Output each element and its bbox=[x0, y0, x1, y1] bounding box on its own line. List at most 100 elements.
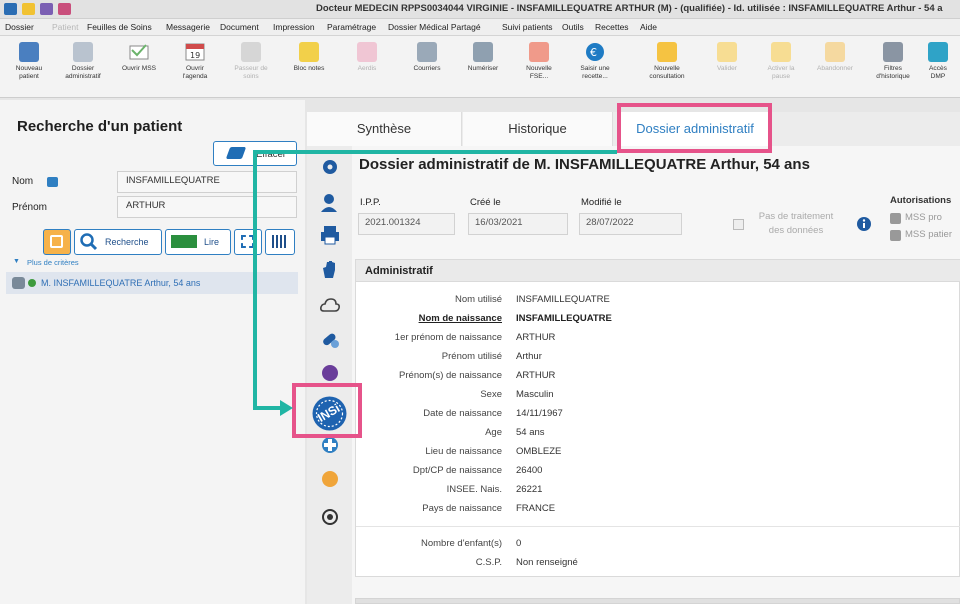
abandon-icon bbox=[825, 42, 845, 62]
abandonner-button[interactable]: Abandonner bbox=[806, 40, 864, 94]
modifie-field[interactable]: 28/07/2022 bbox=[579, 213, 682, 235]
more-criteria-link[interactable]: Plus de critères bbox=[27, 258, 79, 267]
annotation-highlight-ins bbox=[292, 383, 362, 438]
nouvelle-consultation-button[interactable]: Nouvelle consultation bbox=[638, 40, 696, 94]
row-label: Lieu de naissance bbox=[425, 446, 502, 457]
prenom-input[interactable]: ARTHUR bbox=[117, 196, 297, 218]
pas-traitement-checkbox[interactable] bbox=[733, 219, 744, 230]
title-bar: Docteur MEDECIN RPPS0034044 VIRGINIE - I… bbox=[0, 0, 960, 19]
filtres-historique-button[interactable]: Filtres d'historique bbox=[864, 40, 922, 94]
gear-icon[interactable] bbox=[58, 3, 71, 15]
eraser-icon bbox=[225, 147, 247, 159]
calendar-icon: 19 bbox=[185, 42, 205, 62]
tab-synthese[interactable]: Synthèse bbox=[307, 112, 462, 146]
menu-parametrage[interactable]: Paramétrage bbox=[327, 22, 376, 32]
fse-icon bbox=[529, 42, 549, 62]
folder-icon[interactable] bbox=[22, 3, 35, 15]
menu-impression[interactable]: Impression bbox=[273, 22, 315, 32]
dossier-administratif-button[interactable]: Dossier administratif bbox=[54, 40, 112, 94]
menu-aide[interactable]: Aide bbox=[640, 22, 657, 32]
row-value: 26400 bbox=[516, 465, 543, 476]
stack-button[interactable] bbox=[43, 229, 71, 255]
recherche-button[interactable]: Recherche bbox=[74, 229, 162, 255]
user-edit-icon[interactable] bbox=[318, 192, 342, 216]
result-patient-name: M. INSFAMILLEQUATRE Arthur, 54 ans bbox=[41, 278, 201, 288]
menu-recettes[interactable]: Recettes bbox=[595, 22, 629, 32]
nouvelle-fse-button[interactable]: Nouvelle FSE... bbox=[510, 40, 568, 94]
tab-historique[interactable]: Historique bbox=[463, 112, 613, 146]
row-label: Prénom(s) de naissance bbox=[399, 370, 502, 381]
menu-dmp[interactable]: Dossier Médical Partagé bbox=[388, 22, 481, 32]
lire-button[interactable]: Lire bbox=[165, 229, 231, 255]
pause-icon bbox=[771, 42, 791, 62]
row-label: Nom de naissance bbox=[418, 313, 502, 324]
menu-document[interactable]: Document bbox=[220, 22, 259, 32]
new-patient-button[interactable]: Nouveau patient bbox=[0, 40, 58, 94]
csp-value: Non renseigné bbox=[516, 557, 578, 568]
settings-gear-icon[interactable] bbox=[318, 156, 342, 180]
passeur-de-soins-button[interactable]: Passeur de soins bbox=[222, 40, 280, 94]
arrow-head-icon bbox=[280, 400, 293, 416]
printer-icon[interactable] bbox=[318, 224, 342, 248]
arrow-line-top bbox=[255, 150, 617, 154]
row-label: 1er prénom de naissance bbox=[394, 332, 502, 343]
ipp-field[interactable]: 2021.001324 bbox=[358, 213, 455, 235]
open-agenda-button[interactable]: 19 Ouvrir l'agenda bbox=[166, 40, 224, 94]
svg-text:€: € bbox=[590, 46, 597, 59]
administratif-header: Administratif bbox=[356, 260, 960, 282]
menu-dossier[interactable]: Dossier bbox=[5, 22, 34, 32]
menu-outils[interactable]: Outils bbox=[562, 22, 584, 32]
svg-text:19: 19 bbox=[190, 51, 200, 60]
bloc-notes-button[interactable]: Bloc notes bbox=[280, 40, 338, 94]
info-card-icon bbox=[47, 177, 58, 187]
cree-field[interactable]: 16/03/2021 bbox=[468, 213, 568, 235]
euro-icon: € bbox=[585, 42, 605, 62]
csp-label: C.S.P. bbox=[475, 557, 502, 568]
divider bbox=[356, 526, 960, 527]
folder-icon bbox=[73, 42, 93, 62]
row-label: Pays de naissance bbox=[422, 503, 502, 514]
list-icon bbox=[241, 42, 261, 62]
arrow-line-vertical bbox=[253, 150, 257, 410]
ipp-label: I.P.P. bbox=[360, 197, 381, 208]
patient-search-panel: Recherche d'un patient Effacer Nom INSFA… bbox=[0, 100, 305, 604]
menu-feuilles-de-soins[interactable]: Feuilles de Soins bbox=[87, 22, 152, 32]
administratif-section: Administratif Nom utilisé INSFAMILLEQUAT… bbox=[355, 259, 960, 577]
row-label: Dpt/CP de naissance bbox=[412, 465, 502, 476]
menu-patient[interactable]: Patient bbox=[52, 22, 78, 32]
numeriser-button[interactable]: Numériser bbox=[454, 40, 512, 94]
copy-icon bbox=[50, 235, 63, 248]
activer-pause-button[interactable]: Activer la pause bbox=[752, 40, 810, 94]
hand-icon[interactable] bbox=[318, 258, 342, 282]
prescription-icon bbox=[357, 42, 377, 62]
datamatrix-button[interactable] bbox=[265, 229, 295, 255]
aerdis-button[interactable]: Aerdis bbox=[338, 40, 396, 94]
dossier-heading: Dossier administratif de M. INSFAMILLEQU… bbox=[359, 156, 810, 173]
menu-messagerie[interactable]: Messagerie bbox=[166, 22, 210, 32]
row-value: Masculin bbox=[516, 389, 554, 400]
courriers-button[interactable]: Courriers bbox=[398, 40, 456, 94]
open-mss-button[interactable]: Ouvrir MSS bbox=[110, 40, 168, 94]
saisir-recette-button[interactable]: € Saisir une recette... bbox=[566, 40, 624, 94]
next-section-edge bbox=[355, 598, 960, 604]
row-value: ARTHUR bbox=[516, 370, 556, 381]
status-dot bbox=[28, 279, 36, 287]
search-icon bbox=[80, 233, 98, 251]
info-icon[interactable] bbox=[856, 216, 872, 232]
row-value: INSFAMILLEQUATRE bbox=[516, 313, 612, 324]
acces-dmp-button[interactable]: Accès DMP bbox=[916, 40, 960, 94]
mss-pro-checkbox[interactable] bbox=[890, 213, 901, 224]
arrow-line-bottom bbox=[253, 406, 283, 410]
mail-check-icon bbox=[129, 42, 149, 62]
nom-input[interactable]: INSFAMILLEQUATRE bbox=[117, 171, 297, 193]
menu-suivi-patients[interactable]: Suivi patients bbox=[502, 22, 553, 32]
qr-scan-button[interactable] bbox=[234, 229, 262, 255]
user-icon[interactable] bbox=[40, 3, 53, 15]
mss-patient-label: MSS patier bbox=[905, 229, 952, 240]
mss-patient-checkbox[interactable] bbox=[890, 230, 901, 241]
window-title: Docteur MEDECIN RPPS0034044 VIRGINIE - I… bbox=[316, 3, 943, 14]
consultation-icon bbox=[657, 42, 677, 62]
valider-button[interactable]: Valider bbox=[698, 40, 756, 94]
row-value: 54 ans bbox=[516, 427, 545, 438]
row-label: INSEE. Nais. bbox=[446, 484, 502, 495]
